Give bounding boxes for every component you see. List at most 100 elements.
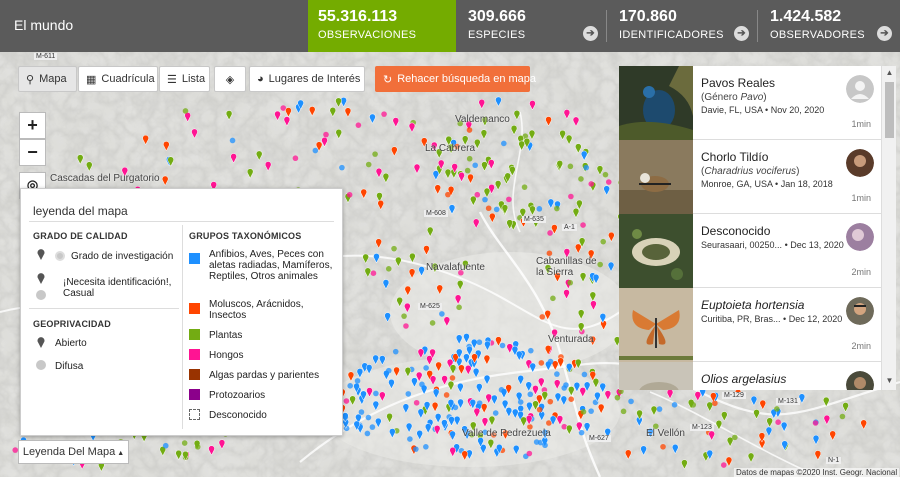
- observation-dot[interactable]: [364, 430, 371, 437]
- observations-scrollbar[interactable]: ▲ ▼: [881, 66, 896, 390]
- observation-dot[interactable]: [365, 161, 372, 168]
- scroll-down-icon[interactable]: ▼: [882, 374, 897, 388]
- observation-dot[interactable]: [194, 444, 201, 450]
- observation-dot[interactable]: [413, 399, 420, 406]
- observation-dot[interactable]: [392, 348, 399, 355]
- observation-dot[interactable]: [423, 444, 429, 450]
- observation-dot[interactable]: [775, 419, 781, 425]
- observation-dot[interactable]: [339, 164, 345, 171]
- observation-dot[interactable]: [501, 140, 507, 147]
- observation-dot[interactable]: [568, 396, 575, 402]
- observation-dot[interactable]: [526, 450, 533, 457]
- legend-toggle-button[interactable]: Leyenda Del Mapa ▲: [18, 440, 129, 464]
- observation-dot[interactable]: [372, 151, 378, 157]
- observation-dot[interactable]: [355, 122, 362, 128]
- observation-dot[interactable]: [343, 398, 350, 404]
- places-of-interest-button[interactable]: ◕ Lugares de Interés: [249, 66, 365, 92]
- observation-dot[interactable]: [550, 295, 556, 302]
- observation-card[interactable]: Euptoieta hortensia Curitiba, PR, Bras..…: [619, 288, 881, 362]
- observation-dot[interactable]: [774, 406, 780, 412]
- observation-dot[interactable]: [547, 398, 554, 405]
- observation-card[interactable]: Chorlo Tildío (Charadrius vociferus) Mon…: [619, 140, 881, 214]
- stat-species[interactable]: 309.666 ESPECIES ➔: [458, 0, 606, 52]
- observation-dot[interactable]: [347, 383, 353, 389]
- observation-dot[interactable]: [162, 442, 169, 449]
- observation-dot[interactable]: [342, 414, 349, 420]
- observation-dot[interactable]: [568, 193, 574, 200]
- observation-dot[interactable]: [182, 108, 189, 114]
- user-avatar-icon[interactable]: [846, 371, 874, 390]
- observation-dot[interactable]: [539, 314, 546, 320]
- observation-dot[interactable]: [419, 381, 425, 388]
- observation-dot[interactable]: [498, 386, 505, 393]
- observation-dot[interactable]: [474, 191, 481, 198]
- observation-dot[interactable]: [181, 440, 188, 446]
- observation-dot[interactable]: [492, 410, 499, 416]
- observation-dot[interactable]: [656, 406, 663, 412]
- observation-dot[interactable]: [588, 408, 594, 414]
- observation-dot[interactable]: [413, 446, 419, 452]
- observation-dot[interactable]: [605, 179, 612, 185]
- observation-card[interactable]: Pavos Reales (Género Pavo) Davie, FL, US…: [619, 66, 881, 140]
- observation-dot[interactable]: [439, 311, 445, 317]
- stat-observations[interactable]: 55.316.113 OBSERVACIONES: [308, 0, 456, 52]
- observation-dot[interactable]: [527, 391, 534, 398]
- observation-dot[interactable]: [464, 167, 471, 174]
- observation-card[interactable]: Olios argelasius: [619, 362, 881, 390]
- observation-dot[interactable]: [493, 206, 500, 213]
- observation-dot[interactable]: [538, 360, 545, 366]
- observation-dot[interactable]: [554, 205, 560, 212]
- observation-dot[interactable]: [472, 162, 478, 169]
- observation-dot[interactable]: [423, 365, 429, 371]
- observation-dot[interactable]: [732, 434, 738, 441]
- observation-dot[interactable]: [506, 196, 512, 203]
- redo-search-button[interactable]: ↻ Rehacer búsqueda en mapa: [375, 66, 536, 92]
- observation-dot[interactable]: [365, 414, 372, 421]
- user-avatar-icon[interactable]: [846, 149, 874, 177]
- observation-dot[interactable]: [567, 279, 573, 286]
- observation-dot[interactable]: [588, 181, 595, 187]
- observation-dot[interactable]: [385, 367, 392, 374]
- observation-dot[interactable]: [443, 392, 450, 398]
- observation-dot[interactable]: [812, 420, 819, 426]
- map-view-button[interactable]: ⚲ Mapa: [18, 66, 77, 92]
- observation-dot[interactable]: [561, 385, 568, 391]
- observation-dot[interactable]: [476, 400, 483, 406]
- observation-dot[interactable]: [581, 371, 588, 378]
- observation-dot[interactable]: [445, 191, 451, 198]
- observation-dot[interactable]: [401, 313, 407, 319]
- observation-dot[interactable]: [614, 394, 621, 401]
- scrollbar-thumb[interactable]: [885, 82, 894, 138]
- observation-dot[interactable]: [381, 111, 387, 117]
- observation-dot[interactable]: [536, 406, 543, 413]
- observation-dot[interactable]: [407, 436, 413, 442]
- observation-dot[interactable]: [547, 230, 553, 236]
- observation-dot[interactable]: [628, 398, 634, 405]
- observation-dot[interactable]: [660, 443, 666, 450]
- observation-dot[interactable]: [385, 266, 392, 272]
- observation-dot[interactable]: [312, 147, 319, 154]
- observation-dot[interactable]: [449, 375, 456, 381]
- scroll-up-icon[interactable]: ▲: [882, 66, 897, 80]
- observation-dot[interactable]: [542, 442, 548, 449]
- observation-dot[interactable]: [600, 238, 607, 245]
- observation-dot[interactable]: [499, 342, 506, 349]
- observation-dot[interactable]: [517, 399, 524, 405]
- observation-dot[interactable]: [466, 155, 473, 162]
- observation-dot[interactable]: [580, 222, 586, 228]
- observation-dot[interactable]: [403, 323, 409, 329]
- observation-dot[interactable]: [429, 320, 436, 326]
- observation-dot[interactable]: [720, 462, 727, 468]
- observation-dot[interactable]: [346, 191, 353, 198]
- observation-dot[interactable]: [712, 400, 718, 407]
- observation-dot[interactable]: [369, 424, 376, 430]
- observation-dot[interactable]: [602, 171, 609, 178]
- grid-view-button[interactable]: ▦ Cuadrícula: [78, 66, 158, 92]
- observation-dot[interactable]: [580, 409, 587, 415]
- observation-dot[interactable]: [485, 205, 492, 212]
- observation-dot[interactable]: [482, 196, 488, 203]
- observation-dot[interactable]: [536, 206, 543, 212]
- user-avatar-icon[interactable]: [846, 223, 874, 251]
- observation-dot[interactable]: [292, 155, 299, 162]
- user-avatar-icon[interactable]: [846, 297, 874, 325]
